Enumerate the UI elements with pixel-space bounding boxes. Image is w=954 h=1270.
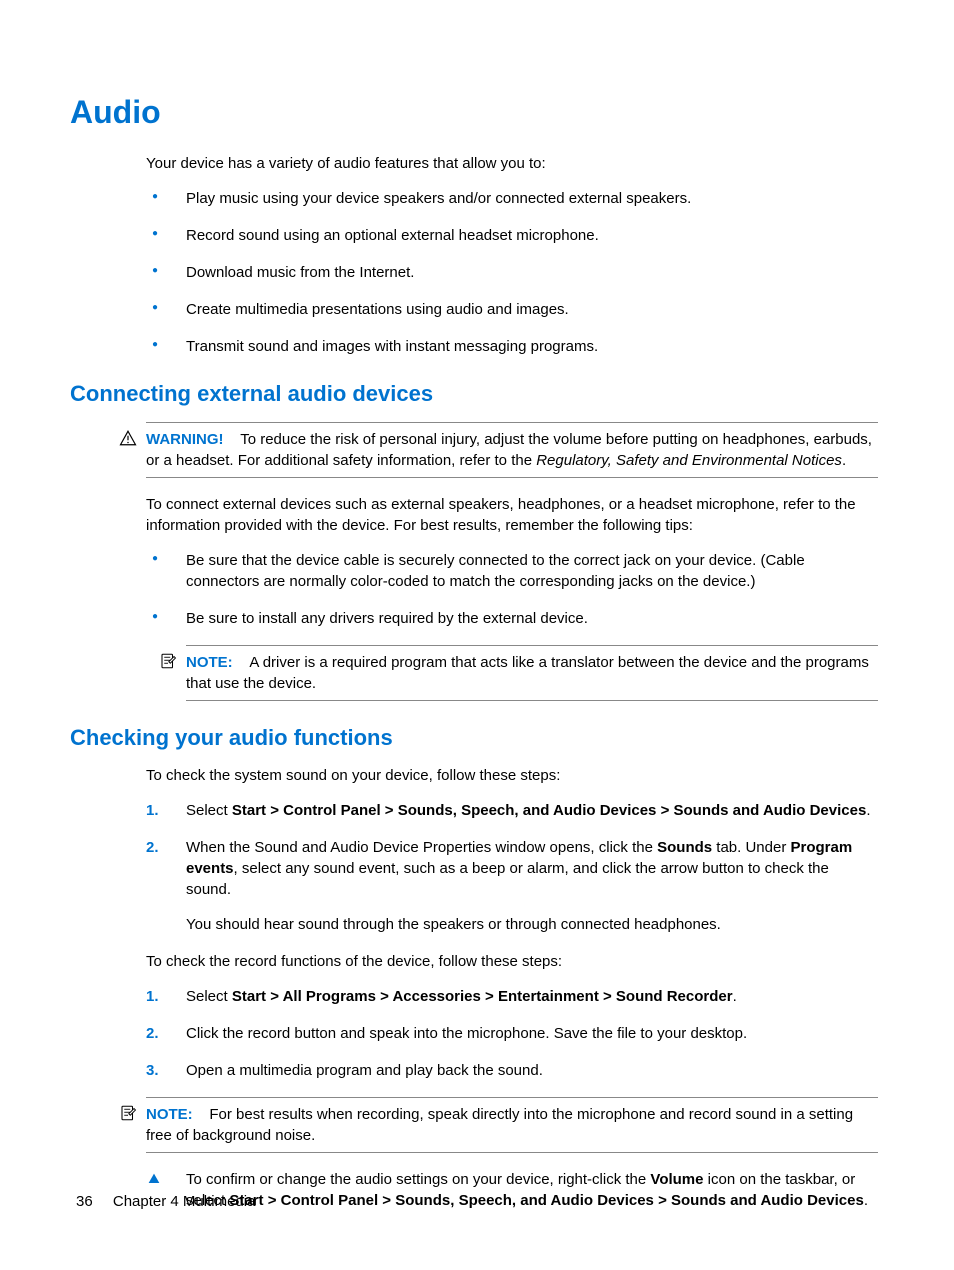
intro-para: Your device has a variety of audio featu… (146, 153, 878, 174)
list-item: Play music using your device speakers an… (146, 188, 878, 209)
steps-record: Select Start > All Programs > Accessorie… (146, 986, 878, 1081)
chapter-label: Chapter 4 Multimedia (113, 1193, 256, 1210)
note-icon (158, 652, 178, 672)
note-callout-2: NOTE: For best results when recording, s… (146, 1097, 878, 1153)
list-item: Be sure that the device cable is securel… (146, 550, 878, 592)
features-list: Play music using your device speakers an… (146, 188, 878, 357)
step-bold: Start > Control Panel > Sounds, Speech, … (232, 802, 866, 819)
note-spacer (197, 1106, 210, 1123)
warning-italic: Regulatory, Safety and Environmental Not… (536, 452, 842, 469)
note-icon (118, 1104, 138, 1124)
page-footer: 36 Chapter 4 Multimedia (76, 1191, 255, 1212)
confirm-bold2: Start > Control Panel > Sounds, Speech, … (229, 1192, 863, 1209)
list-item: Select Start > All Programs > Accessorie… (146, 986, 878, 1007)
note-callout: NOTE: A driver is a required program tha… (186, 645, 878, 701)
confirm-pre: To confirm or change the audio settings … (186, 1171, 650, 1188)
list-item: Download music from the Internet. (146, 262, 878, 283)
warning-post: . (842, 452, 846, 469)
warning-label: WARNING! (146, 431, 224, 448)
section1-tips: Be sure that the device cable is securel… (146, 550, 878, 629)
page-title: Audio (70, 90, 878, 135)
step-post: . (866, 802, 870, 819)
section2-para1: To check the system sound on your device… (146, 765, 878, 786)
section-heading-connecting: Connecting external audio devices (70, 379, 878, 410)
list-item: When the Sound and Audio Device Properti… (146, 837, 878, 935)
section1-para: To connect external devices such as exte… (146, 494, 878, 536)
steps-sound: Select Start > Control Panel > Sounds, S… (146, 800, 878, 935)
confirm-bold1: Volume (650, 1171, 703, 1188)
section-heading-checking: Checking your audio functions (70, 723, 878, 754)
confirm-post: . (864, 1192, 868, 1209)
step-pre: Select (186, 988, 232, 1005)
step-pre: When the Sound and Audio Device Properti… (186, 839, 657, 856)
list-item: Click the record button and speak into t… (146, 1023, 878, 1044)
list-item: Open a multimedia program and play back … (146, 1060, 878, 1081)
warning-callout: WARNING! To reduce the risk of personal … (146, 422, 878, 478)
list-item: Create multimedia presentations using au… (146, 299, 878, 320)
list-item: Be sure to install any drivers required … (146, 608, 878, 629)
step-post: , select any sound event, such as a beep… (186, 860, 829, 898)
list-item: Transmit sound and images with instant m… (146, 336, 878, 357)
step-post: . (733, 988, 737, 1005)
step-mid: tab. Under (712, 839, 790, 856)
section2-para2: To check the record functions of the dev… (146, 951, 878, 972)
step-pre: Select (186, 802, 232, 819)
warning-icon (118, 429, 138, 449)
page-number: 36 (76, 1193, 93, 1210)
step-bold: Start > All Programs > Accessories > Ent… (232, 988, 733, 1005)
note-spacer (237, 654, 250, 671)
note-text: For best results when recording, speak d… (146, 1106, 853, 1144)
note-label: NOTE: (186, 654, 233, 671)
warning-text-pre (228, 431, 241, 448)
confirm-item: To confirm or change the audio settings … (146, 1169, 878, 1211)
step-bold1: Sounds (657, 839, 712, 856)
list-item: Record sound using an optional external … (146, 225, 878, 246)
substep: You should hear sound through the speake… (186, 914, 878, 935)
list-item: Select Start > Control Panel > Sounds, S… (146, 800, 878, 821)
note-text: A driver is a required program that acts… (186, 654, 869, 692)
note-label: NOTE: (146, 1106, 193, 1123)
